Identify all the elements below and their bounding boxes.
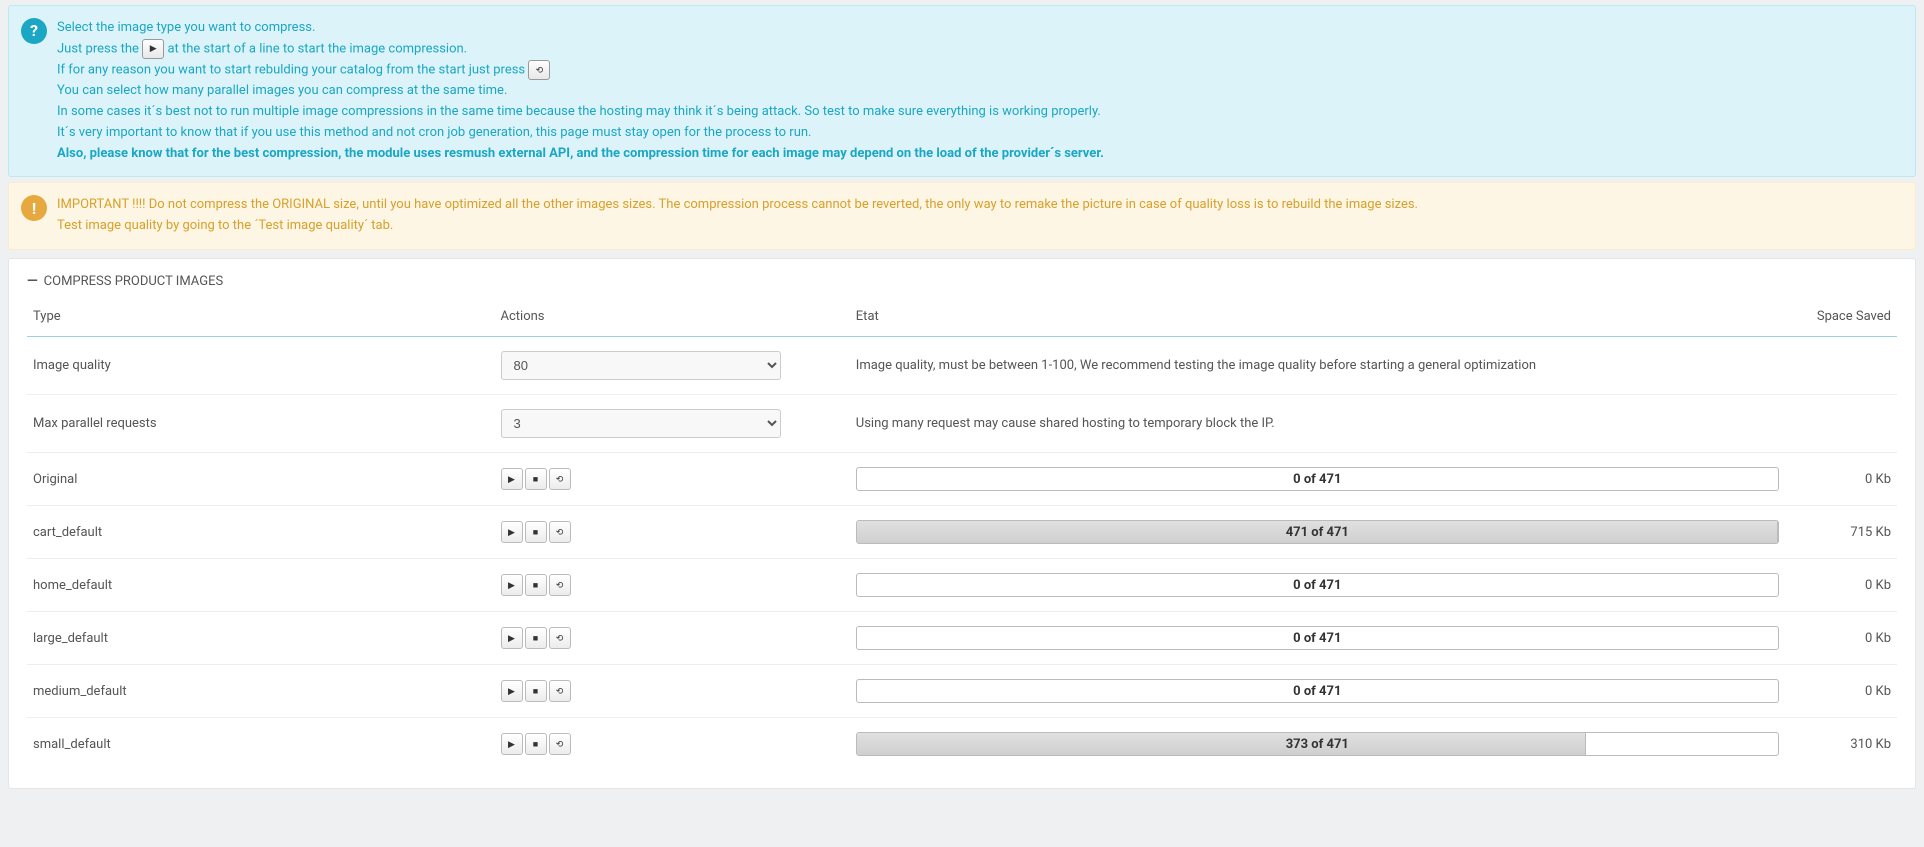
stop-button[interactable]: ■ bbox=[525, 733, 547, 755]
space-saved-cell: 310 Kb bbox=[1785, 718, 1897, 771]
space-saved-cell: 0 Kb bbox=[1785, 453, 1897, 506]
progress-cell: 0 of 471 bbox=[850, 453, 1785, 506]
label-image-quality: Image quality bbox=[27, 337, 495, 395]
info-line-1: Select the image type you want to compre… bbox=[57, 18, 1903, 39]
table-row: home_default▶■⟲0 of 4710 Kb bbox=[27, 559, 1897, 612]
space-saved-cell: 715 Kb bbox=[1785, 506, 1897, 559]
progress-label: 373 of 471 bbox=[857, 733, 1778, 755]
stop-button[interactable]: ■ bbox=[525, 680, 547, 702]
row-image-quality: Image quality 80 Image quality, must be … bbox=[27, 337, 1897, 395]
play-icon[interactable]: ▶ bbox=[142, 39, 164, 59]
info-line-5: In some cases it´s best not to run multi… bbox=[57, 102, 1903, 123]
actions-cell: ▶■⟲ bbox=[495, 718, 850, 771]
th-saved: Space Saved bbox=[1785, 299, 1897, 337]
warning-line-2: Test image quality by going to the ´Test… bbox=[57, 216, 1903, 237]
collapse-icon[interactable]: — bbox=[27, 273, 38, 289]
warning-alert: ! IMPORTANT !!!! Do not compress the ORI… bbox=[8, 182, 1916, 250]
progress-bar: 0 of 471 bbox=[856, 573, 1779, 597]
label-max-parallel: Max parallel requests bbox=[27, 395, 495, 453]
progress-cell: 471 of 471 bbox=[850, 506, 1785, 559]
th-type: Type bbox=[27, 299, 495, 337]
progress-cell: 0 of 471 bbox=[850, 665, 1785, 718]
progress-label: 0 of 471 bbox=[857, 627, 1778, 649]
progress-cell: 0 of 471 bbox=[850, 612, 1785, 665]
progress-bar: 0 of 471 bbox=[856, 467, 1779, 491]
image-quality-select[interactable]: 80 bbox=[501, 351, 781, 380]
type-cell: small_default bbox=[27, 718, 495, 771]
play-button[interactable]: ▶ bbox=[501, 468, 523, 490]
info-line-4: You can select how many parallel images … bbox=[57, 81, 1903, 102]
progress-bar: 471 of 471 bbox=[856, 520, 1779, 544]
hint-max-parallel: Using many request may cause shared host… bbox=[850, 395, 1897, 453]
info-line-2: Just press the ▶ at the start of a line … bbox=[57, 39, 1903, 60]
table-row: large_default▶■⟲0 of 4710 Kb bbox=[27, 612, 1897, 665]
actions-cell: ▶■⟲ bbox=[495, 453, 850, 506]
panel-heading[interactable]: — COMPRESS PRODUCT IMAGES bbox=[27, 273, 1897, 289]
play-button[interactable]: ▶ bbox=[501, 627, 523, 649]
space-saved-cell: 0 Kb bbox=[1785, 665, 1897, 718]
reset-button[interactable]: ⟲ bbox=[549, 733, 571, 755]
warning-line-1: IMPORTANT !!!! Do not compress the ORIGI… bbox=[57, 195, 1903, 216]
type-cell: cart_default bbox=[27, 506, 495, 559]
space-saved-cell: 0 Kb bbox=[1785, 559, 1897, 612]
reset-button[interactable]: ⟲ bbox=[549, 627, 571, 649]
hint-image-quality: Image quality, must be between 1-100, We… bbox=[850, 337, 1897, 395]
stop-button[interactable]: ■ bbox=[525, 627, 547, 649]
type-cell: large_default bbox=[27, 612, 495, 665]
type-cell: medium_default bbox=[27, 665, 495, 718]
play-button[interactable]: ▶ bbox=[501, 680, 523, 702]
progress-bar: 0 of 471 bbox=[856, 679, 1779, 703]
info-alert: ? Select the image type you want to comp… bbox=[8, 5, 1916, 177]
info-line-3: If for any reason you want to start rebu… bbox=[57, 60, 1903, 81]
actions-cell: ▶■⟲ bbox=[495, 612, 850, 665]
info-line-2b: at the start of a line to start the imag… bbox=[167, 41, 467, 56]
compress-panel: — COMPRESS PRODUCT IMAGES Type Actions E… bbox=[8, 258, 1916, 789]
space-saved-cell: 0 Kb bbox=[1785, 612, 1897, 665]
info-line-3a: If for any reason you want to start rebu… bbox=[57, 62, 525, 77]
stop-button[interactable]: ■ bbox=[525, 574, 547, 596]
play-button[interactable]: ▶ bbox=[501, 733, 523, 755]
progress-cell: 373 of 471 bbox=[850, 718, 1785, 771]
th-actions: Actions bbox=[495, 299, 850, 337]
progress-label: 0 of 471 bbox=[857, 468, 1778, 490]
progress-label: 471 of 471 bbox=[857, 521, 1778, 543]
panel-title: COMPRESS PRODUCT IMAGES bbox=[44, 274, 224, 289]
question-icon: ? bbox=[21, 18, 47, 44]
table-row: medium_default▶■⟲0 of 4710 Kb bbox=[27, 665, 1897, 718]
table-row: cart_default▶■⟲471 of 471715 Kb bbox=[27, 506, 1897, 559]
reset-button[interactable]: ⟲ bbox=[549, 574, 571, 596]
th-etat: Etat bbox=[850, 299, 1785, 337]
actions-cell: ▶■⟲ bbox=[495, 665, 850, 718]
play-button[interactable]: ▶ bbox=[501, 574, 523, 596]
actions-cell: ▶■⟲ bbox=[495, 559, 850, 612]
progress-label: 0 of 471 bbox=[857, 574, 1778, 596]
reset-button[interactable]: ⟲ bbox=[549, 680, 571, 702]
max-parallel-select[interactable]: 3 bbox=[501, 409, 781, 438]
type-cell: home_default bbox=[27, 559, 495, 612]
row-max-parallel: Max parallel requests 3 Using many reque… bbox=[27, 395, 1897, 453]
table-row: Original▶■⟲0 of 4710 Kb bbox=[27, 453, 1897, 506]
progress-label: 0 of 471 bbox=[857, 680, 1778, 702]
table-row: small_default▶■⟲373 of 471310 Kb bbox=[27, 718, 1897, 771]
play-button[interactable]: ▶ bbox=[501, 521, 523, 543]
stop-button[interactable]: ■ bbox=[525, 521, 547, 543]
info-line-7: Also, please know that for the best comp… bbox=[57, 144, 1903, 165]
type-cell: Original bbox=[27, 453, 495, 506]
actions-cell: ▶■⟲ bbox=[495, 506, 850, 559]
info-line-6: It´s very important to know that if you … bbox=[57, 123, 1903, 144]
exclamation-icon: ! bbox=[21, 195, 47, 221]
reset-button[interactable]: ⟲ bbox=[549, 468, 571, 490]
progress-cell: 0 of 471 bbox=[850, 559, 1785, 612]
reset-button[interactable]: ⟲ bbox=[549, 521, 571, 543]
stop-button[interactable]: ■ bbox=[525, 468, 547, 490]
info-line-2a: Just press the bbox=[57, 41, 139, 56]
progress-bar: 0 of 471 bbox=[856, 626, 1779, 650]
progress-bar: 373 of 471 bbox=[856, 732, 1779, 756]
compress-table: Type Actions Etat Space Saved Image qual… bbox=[27, 299, 1897, 770]
refresh-icon[interactable]: ⟲ bbox=[528, 60, 550, 80]
